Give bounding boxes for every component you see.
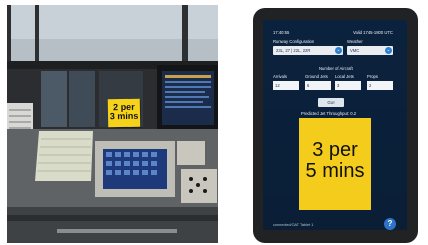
props-input[interactable]: 2 — [367, 81, 393, 90]
go-button[interactable]: Go! — [318, 98, 344, 107]
weather-select[interactable]: VMC ⌄ — [347, 46, 393, 55]
valid-time-text: Valid 1745-1800 UTC — [353, 30, 393, 35]
weather-label: Weather — [347, 39, 363, 44]
local-jets-input[interactable]: 3 — [335, 81, 361, 90]
number-of-aircraft-label: Number of Aircraft — [319, 66, 353, 71]
help-button[interactable]: ? — [384, 218, 396, 230]
control-tower-photo: 2 per 3 mins — [7, 5, 218, 243]
ground-jets-value: 6 — [307, 83, 310, 88]
props-value: 2 — [369, 83, 372, 88]
tablet-screen: 17:40:55 Valid 1745-1800 UTC Runway Conf… — [263, 20, 407, 230]
predicted-throughput-panel: 3 per 5 mins — [299, 118, 371, 210]
arrivals-label: Arrivals — [273, 74, 287, 79]
runway-configuration-label: Runway Configuration — [273, 39, 315, 44]
sticky-note: 2 per 3 mins — [107, 98, 141, 128]
connection-status-text: connected/OAT Tablet 1 — [273, 223, 314, 227]
arrivals-value: 12 — [275, 83, 280, 88]
arrivals-input[interactable]: 12 — [273, 81, 299, 90]
clock-text: 17:40:55 — [273, 30, 290, 35]
question-mark-icon: ? — [387, 219, 393, 228]
local-jets-label: Local Jets — [335, 74, 354, 79]
predicted-throughput-label: Predicted Jet Throughput: 0.2 — [301, 111, 357, 116]
props-label: Props — [367, 74, 378, 79]
predicted-rate-line2: 5 mins — [305, 160, 365, 182]
runway-configuration-select[interactable]: 23L, 27 | 22L, 22R ⌄ — [273, 46, 343, 55]
ground-jets-input[interactable]: 6 — [305, 81, 331, 90]
local-jets-value: 3 — [337, 83, 340, 88]
weather-value: VMC — [350, 48, 360, 53]
runway-configuration-value: 23L, 27 | 22L, 22R — [276, 48, 311, 53]
chevron-down-icon: ⌄ — [385, 47, 392, 54]
ground-jets-label: Ground Jets — [305, 74, 328, 79]
predicted-rate-line1: 3 per — [312, 139, 358, 161]
sticky-note-line2: 3 mins — [109, 110, 139, 122]
chevron-down-icon: ⌄ — [335, 47, 342, 54]
